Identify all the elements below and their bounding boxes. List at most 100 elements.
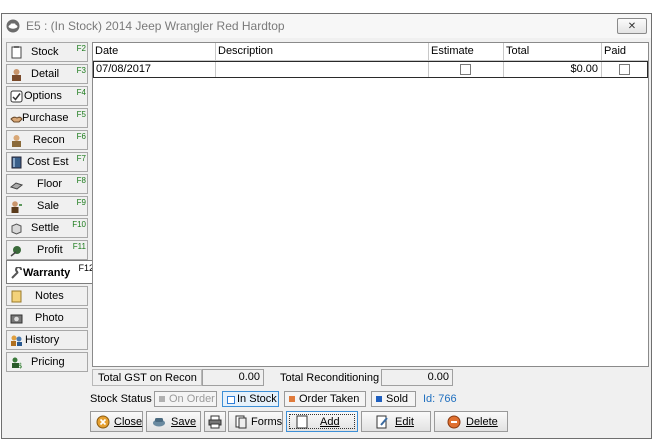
sidebar-item-options[interactable]: Options F4 [6,86,88,106]
sidebar-item-label: Notes [35,290,64,302]
forms-button[interactable]: Forms [228,411,283,432]
recon-label: Total Reconditioning [280,372,380,384]
column-header-description[interactable]: Description [216,43,429,60]
sidebar-item-label: Recon [33,134,65,146]
stock-status-label: Stock Status [90,393,152,405]
people-icon [11,335,22,346]
cell-paid [602,62,647,77]
wrench-icon [11,267,22,279]
estimate-checkbox[interactable] [460,64,471,75]
add-button[interactable]: Add [286,411,358,432]
table-row[interactable]: 07/08/2017 $0.00 [93,61,648,78]
sidebar-item-settle[interactable]: Settle F10 [6,218,88,238]
sidebar-item-key: F3 [76,66,86,75]
camera-icon [10,314,23,324]
sidebar-item-history[interactable]: History [6,330,88,350]
options-icon [10,90,23,103]
close-circle-icon [96,415,110,429]
sidebar-item-detail[interactable]: Detail F3 [6,64,88,84]
edit-button-label: Edit [395,416,414,428]
paid-checkbox[interactable] [619,64,630,75]
sidebar-item-label: Purchase [22,112,69,124]
sidebar-item-key: F2 [76,44,86,53]
sidebar-item-label: Pricing [31,356,65,368]
close-button[interactable]: Close [90,411,143,432]
stock-status-row: Stock Status On Order In Stock Order Tak… [90,391,650,409]
sidebar-item-key: F7 [76,154,86,163]
sidebar-item-label: Floor [37,178,63,190]
action-buttons: Close Save Forms Add Edit Delete [90,411,650,433]
status-swatch [376,396,382,402]
status-swatch [289,396,295,402]
save-icon [153,418,165,427]
sidebar-item-key: F5 [76,110,86,119]
box-icon [11,223,22,235]
sidebar-item-label: Profit [37,244,63,256]
gst-value: 0.00 [202,369,264,386]
recon-value: 0.00 [381,369,453,386]
sidebar-item-recon[interactable]: Recon F6 [6,130,88,150]
cell-description[interactable] [216,62,429,77]
save-button-label: Save [171,416,197,428]
stock-id: Id: 766 [423,393,457,405]
sidebar-item-key: F8 [76,176,86,185]
gst-label: Total GST on Recon [98,372,197,384]
sidebar-item-stock[interactable]: Stock F2 [6,42,88,62]
column-header-paid[interactable]: Paid [602,43,648,60]
printer-icon [208,415,222,429]
column-header-total[interactable]: Total [504,43,602,60]
book-icon [11,156,22,169]
delete-button[interactable]: Delete [434,411,508,432]
status-option-label: Order Taken [299,393,360,405]
cell-estimate [429,62,504,77]
column-header-estimate[interactable]: Estimate [429,43,504,60]
sidebar-item-purchase[interactable]: Purchase F5 [6,108,88,128]
profit-icon [10,246,21,257]
sidebar-item-label: Stock [31,46,59,58]
status-on-order[interactable]: On Order [154,391,217,407]
sidebar-item-pricing[interactable]: $ Pricing [6,352,88,372]
print-button[interactable] [204,411,226,432]
save-button[interactable]: Save [146,411,201,432]
note-icon [11,290,22,303]
sidebar-item-label: Settle [31,222,60,234]
window-close-button[interactable]: ✕ [617,18,647,34]
grid-header: Date Description Estimate Total Paid [93,43,648,61]
edit-icon [376,415,388,429]
cell-total[interactable]: $0.00 [504,62,602,77]
sidebar-item-label: Warranty [23,267,71,279]
status-in-stock[interactable]: In Stock [222,391,279,407]
sidebar-item-label: Photo [35,312,64,324]
sidebar-item-cost-est[interactable]: Cost Est F7 [6,152,88,172]
sidebar-item-key: F9 [76,198,86,207]
car-icon [6,19,20,33]
sidebar-item-key: F4 [76,88,86,97]
sidebar-item-profit[interactable]: Profit F11 [6,240,88,260]
close-button-label: Close [114,416,143,428]
close-icon: ✕ [627,20,637,32]
status-option-label: On Order [169,393,215,405]
sidebar-item-photo[interactable]: Photo [6,308,88,328]
sidebar-item-label: Detail [31,68,60,80]
window-title: E5 : (In Stock) 2014 Jeep Wrangler Red H… [26,19,285,33]
sidebar-item-notes[interactable]: Notes [6,286,88,306]
sidebar-item-sale[interactable]: Sale F9 [6,196,88,216]
floor-icon [10,182,23,190]
sidebar-item-label: Cost Est [27,156,69,168]
price-tag-icon: $ [12,357,22,369]
column-header-date[interactable]: Date [93,43,216,60]
sidebar-item-warranty[interactable]: Warranty F12 [6,260,94,284]
sidebar-item-key: F10 [72,220,86,229]
edit-button[interactable]: Edit [361,411,431,432]
status-swatch [159,396,165,402]
status-order-taken[interactable]: Order Taken [284,391,366,407]
status-sold[interactable]: Sold [371,391,416,407]
title-bar: E5 : (In Stock) 2014 Jeep Wrangler Red H… [2,14,651,38]
sidebar-item-floor[interactable]: Floor F8 [6,174,88,194]
warranty-grid[interactable]: Date Description Estimate Total Paid 07/… [92,42,649,367]
mechanic-icon [12,135,21,147]
sidebar-item-label: History [25,334,60,346]
cell-date[interactable]: 07/08/2017 [94,62,216,77]
forms-icon [235,415,247,429]
status-option-label: In Stock [237,393,277,405]
